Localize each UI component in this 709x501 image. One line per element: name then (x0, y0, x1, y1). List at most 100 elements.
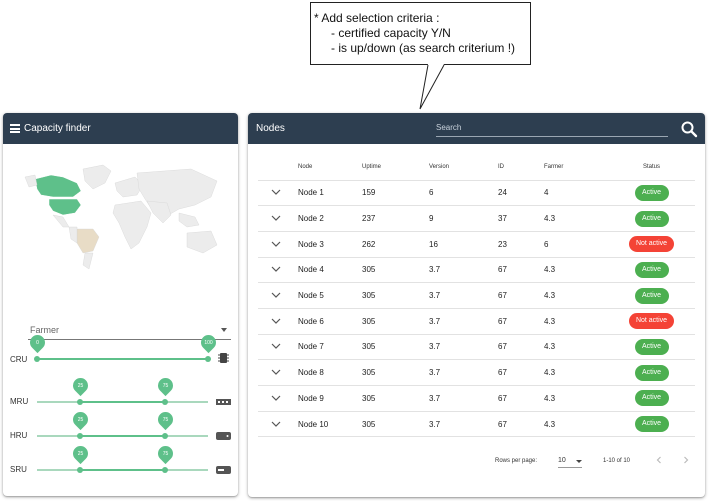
cell-version: 3.7 (429, 282, 498, 309)
hru-max-bubble: 75 (154, 408, 176, 431)
cell-status: Active (608, 257, 695, 284)
chevron-down-icon[interactable] (271, 189, 281, 196)
expand-row-button[interactable] (258, 257, 298, 284)
hru-min-thumb[interactable] (77, 433, 83, 439)
pagination-range: 1-10 of 10 (603, 458, 631, 464)
cell-version: 3.7 (429, 334, 498, 361)
cell-node: Node 10 (298, 411, 362, 438)
chevron-down-icon[interactable] (271, 343, 281, 350)
chevron-down-icon[interactable] (271, 215, 281, 221)
column-header-status[interactable]: Status (608, 155, 695, 181)
table-row[interactable]: Node 2 237 9 37 4.3 Active (258, 205, 695, 232)
mru-min-bubble: 25 (69, 374, 91, 397)
nodes-header: Nodes (248, 113, 705, 144)
table-row[interactable]: Node 10 305 3.7 67 4.3 Active (258, 411, 695, 438)
column-header-farmer[interactable]: Farmer (544, 155, 608, 181)
mru-max-thumb[interactable] (162, 399, 168, 405)
table-row[interactable]: Node 7 305 3.7 67 4.3 Active (258, 334, 695, 361)
sru-max-thumb[interactable] (162, 467, 168, 473)
hru-max-thumb[interactable] (162, 433, 168, 439)
mru-label: MRU (10, 397, 29, 406)
map-region-brazil (76, 228, 100, 254)
table-row[interactable]: Node 4 305 3.7 67 4.3 Active (258, 257, 695, 284)
status-badge: Active (634, 184, 669, 201)
search-icon[interactable] (680, 120, 698, 138)
cell-node: Node 9 (298, 385, 362, 412)
status-badge: Not active (628, 236, 675, 253)
column-header-node[interactable]: Node (298, 155, 362, 181)
chevron-down-icon[interactable] (271, 292, 281, 298)
mru-slider[interactable]: MRU 25 75 (3, 374, 238, 413)
callout-line-1: * Add selection criteria : (314, 11, 440, 25)
table-row[interactable]: Node 1 159 6 24 4 Active (258, 180, 695, 207)
mru-min-thumb[interactable] (77, 399, 83, 405)
cell-uptime: 305 (362, 334, 429, 361)
table-row[interactable]: Node 6 305 3.7 67 4.3 Not active (258, 308, 695, 335)
chevron-down-icon[interactable] (271, 421, 281, 427)
search-input[interactable] (436, 119, 668, 136)
expand-row-button[interactable] (258, 231, 298, 258)
cell-version: 6 (429, 180, 498, 207)
expand-row-button[interactable] (258, 411, 298, 438)
map-region-alaska (24, 174, 38, 188)
cell-id: 67 (498, 359, 544, 386)
sru-range-fill (80, 469, 165, 471)
chevron-down-icon[interactable] (271, 241, 281, 247)
chevron-down-icon[interactable] (271, 318, 281, 324)
cru-slider[interactable]: CRU 0 100 (3, 331, 238, 370)
ssd-icon (216, 466, 231, 474)
column-header-id[interactable]: ID (498, 155, 544, 181)
cell-id: 67 (498, 282, 544, 309)
cell-node: Node 8 (298, 359, 362, 386)
table-row[interactable]: Node 9 305 3.7 67 4.3 Active (258, 385, 695, 412)
cell-status: Active (608, 180, 695, 207)
cru-max-thumb[interactable] (205, 356, 211, 362)
expand-row-button[interactable] (258, 385, 298, 412)
chevron-right-icon[interactable] (681, 455, 691, 465)
column-header-uptime[interactable]: Uptime (362, 155, 429, 181)
chevron-left-icon[interactable] (654, 455, 664, 465)
cell-uptime: 305 (362, 411, 429, 438)
hru-slider[interactable]: HRU 25 75 (3, 408, 238, 447)
expand-row-button[interactable] (258, 334, 298, 361)
expand-row-button[interactable] (258, 282, 298, 309)
farmer-select-value: Farmer (30, 325, 59, 335)
cell-status: Active (608, 411, 695, 438)
table-row[interactable]: Node 8 305 3.7 67 4.3 Active (258, 359, 695, 386)
cru-min-thumb[interactable] (34, 356, 40, 362)
chevron-down-icon (576, 460, 582, 463)
expand-row-button[interactable] (258, 205, 298, 232)
chevron-down-icon[interactable] (271, 266, 281, 273)
cell-uptime: 262 (362, 231, 429, 258)
memory-icon (216, 399, 231, 405)
cell-version: 3.7 (429, 359, 498, 386)
cell-farmer: 6 (544, 231, 608, 258)
search-field[interactable] (436, 119, 668, 137)
sru-min-thumb[interactable] (77, 467, 83, 473)
world-map[interactable] (19, 161, 225, 271)
cell-status: Not active (608, 308, 695, 335)
nodes-table: Node Uptime Version ID Farmer Status Nod… (258, 155, 695, 438)
expand-row-button[interactable] (258, 359, 298, 386)
rows-per-page-select[interactable]: 10 (558, 454, 582, 468)
cell-node: Node 6 (298, 308, 362, 335)
cell-farmer: 4.3 (544, 205, 608, 232)
chevron-down-icon[interactable] (271, 369, 281, 376)
mru-range-fill (80, 401, 165, 403)
cell-version: 3.7 (429, 308, 498, 335)
sru-slider[interactable]: SRU 25 75 (3, 442, 238, 481)
cell-farmer: 4.3 (544, 257, 608, 284)
expand-row-button[interactable] (258, 308, 298, 335)
expand-row-button[interactable] (258, 180, 298, 207)
cru-max-bubble: 100 (197, 331, 219, 354)
table-row[interactable]: Node 3 262 16 23 6 Not active (258, 231, 695, 258)
table-row[interactable]: Node 5 305 3.7 67 4.3 Active (258, 282, 695, 309)
expand-column-header (258, 155, 298, 181)
cpu-icon (218, 353, 229, 363)
column-header-version[interactable]: Version (429, 155, 498, 181)
chevron-down-icon[interactable] (271, 395, 281, 401)
rows-per-page-value: 10 (558, 457, 566, 464)
cell-uptime: 305 (362, 308, 429, 335)
cell-id: 67 (498, 257, 544, 284)
hru-range-fill (80, 435, 165, 437)
